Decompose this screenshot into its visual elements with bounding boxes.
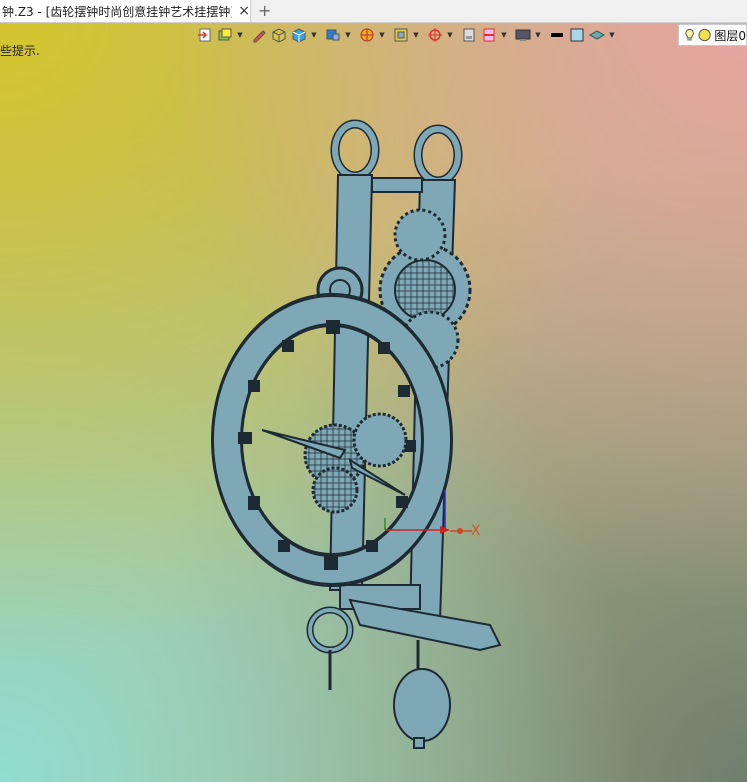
section-icon[interactable] — [480, 26, 498, 44]
display-icon[interactable] — [514, 26, 532, 44]
view-toolbar: ▼ ▼ ▼ ▼ ▼ ▼ ▼ ▼ ▼ — [196, 24, 622, 46]
chevron-down-icon[interactable]: ▼ — [378, 26, 386, 44]
frame-icon[interactable] — [392, 26, 410, 44]
solid-box-icon[interactable] — [270, 26, 288, 44]
material-icon[interactable] — [588, 26, 606, 44]
tab-bar: 钟.Z3 - [齿轮摆钟时尚创意挂钟艺术挂摆钟] × + — [0, 0, 747, 23]
chevron-down-icon[interactable]: ▼ — [236, 26, 244, 44]
view-cube-icon[interactable] — [324, 26, 342, 44]
line-color-icon[interactable] — [548, 26, 566, 44]
chevron-down-icon[interactable]: ▼ — [344, 26, 352, 44]
clock-3d-model[interactable] — [0, 0, 747, 782]
chevron-down-icon[interactable]: ▼ — [446, 26, 454, 44]
pencil-icon[interactable] — [250, 26, 268, 44]
tab-title: 钟.Z3 - [齿轮摆钟时尚创意挂钟艺术挂摆钟] — [2, 4, 233, 19]
render-mode-icon[interactable] — [358, 26, 376, 44]
close-icon[interactable]: × — [238, 3, 250, 19]
layer-status-icon[interactable] — [698, 28, 711, 42]
chevron-down-icon[interactable]: ▼ — [608, 26, 616, 44]
layer-selector[interactable]: 图层0 — [678, 24, 747, 46]
layer-label: 图层0 — [714, 28, 746, 43]
lightbulb-icon[interactable] — [683, 27, 696, 43]
axis-x-label: X — [471, 523, 481, 539]
layers-icon[interactable] — [216, 26, 234, 44]
chevron-down-icon[interactable]: ▼ — [310, 26, 318, 44]
chevron-down-icon[interactable]: ▼ — [534, 26, 542, 44]
snap-target-icon[interactable] — [426, 26, 444, 44]
chevron-down-icon[interactable]: ▼ — [500, 26, 508, 44]
import-icon[interactable] — [196, 26, 214, 44]
chevron-down-icon[interactable]: ▼ — [412, 26, 420, 44]
sheet-icon[interactable] — [460, 26, 478, 44]
tab-document[interactable]: 钟.Z3 - [齿轮摆钟时尚创意挂钟艺术挂摆钟] × — [0, 0, 251, 22]
face-color-icon[interactable] — [568, 26, 586, 44]
cube-icon[interactable] — [290, 26, 308, 44]
add-tab-icon[interactable]: + — [258, 1, 271, 20]
3d-viewport[interactable]: 些提示. X — [0, 0, 747, 782]
hint-text: 些提示. — [0, 44, 40, 58]
